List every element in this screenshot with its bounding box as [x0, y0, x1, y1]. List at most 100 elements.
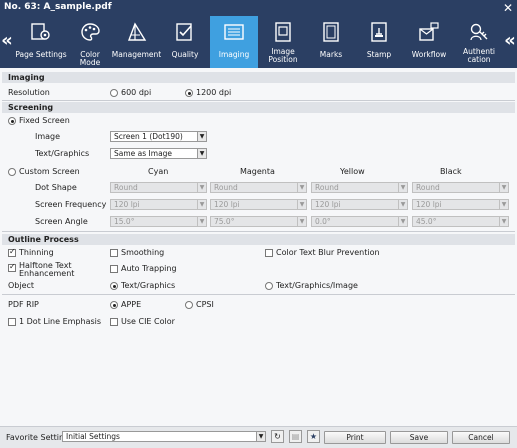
- screen-frequency-label: Screen Frequency: [35, 200, 107, 209]
- tab-authentication[interactable]: Authenti cation: [455, 16, 503, 68]
- toolbar: « Page Settings Color Mode Management Qu…: [0, 16, 517, 68]
- outline-process-header: Outline Process: [2, 234, 515, 245]
- frequency-yellow-select[interactable]: 120 lpi ▼: [311, 199, 408, 210]
- resolution-600-label: 600 dpi: [121, 88, 152, 97]
- tab-quality[interactable]: Quality: [162, 16, 208, 68]
- dot-shape-magenta-value: Round: [214, 183, 238, 192]
- chevron-down-icon: ▼: [297, 200, 306, 209]
- text-graphics-label: Text/Graphics: [35, 149, 90, 158]
- col-black: Black: [440, 167, 462, 176]
- dot-shape-cyan-select[interactable]: Round ▼: [110, 182, 207, 193]
- favorite-setting-select[interactable]: Initial Settings ▼: [62, 431, 266, 442]
- custom-screen-radio[interactable]: [8, 168, 16, 176]
- scroll-left-icon[interactable]: «: [1, 30, 13, 51]
- image-screen-select[interactable]: Screen 1 (Dot190) ▼: [110, 131, 207, 142]
- resolution-600-radio[interactable]: [110, 89, 118, 97]
- object-text-graphics-radio[interactable]: [110, 282, 118, 290]
- chevron-down-icon: ▼: [398, 183, 407, 192]
- dot-shape-black-select[interactable]: Round ▼: [412, 182, 509, 193]
- dot-shape-label: Dot Shape: [35, 183, 77, 192]
- use-cie-color-checkbox[interactable]: [110, 318, 118, 326]
- tab-label: Marks: [319, 50, 343, 59]
- imaging-icon: [224, 24, 244, 40]
- color-mode-icon: [81, 23, 100, 41]
- divider: [2, 100, 515, 101]
- angle-black-value: 45.0°: [416, 217, 437, 226]
- object-text-graphics-label: Text/Graphics: [121, 281, 176, 290]
- smoothing-label: Smoothing: [121, 248, 165, 257]
- chevron-down-icon: ▼: [499, 200, 508, 209]
- angle-black-select[interactable]: 45.0° ▼: [412, 216, 509, 227]
- thinning-checkbox[interactable]: [8, 247, 16, 257]
- frequency-cyan-select[interactable]: 120 lpi ▼: [110, 199, 207, 210]
- page-settings-icon: [31, 23, 50, 40]
- dot-shape-yellow-value: Round: [315, 183, 339, 192]
- save-button[interactable]: Save: [390, 431, 448, 444]
- use-cie-color-label: Use CIE Color: [121, 317, 175, 326]
- angle-yellow-value: 0.0°: [315, 217, 331, 226]
- chevron-down-icon: ▼: [197, 149, 206, 158]
- tab-imaging[interactable]: Imaging: [210, 16, 258, 68]
- marks-icon: [323, 22, 339, 42]
- screen-angle-label: Screen Angle: [35, 217, 88, 226]
- dot-shape-magenta-select[interactable]: Round ▼: [210, 182, 307, 193]
- image-label: Image: [35, 132, 61, 141]
- custom-screen-label: Custom Screen: [19, 167, 80, 176]
- blur-prevention-checkbox[interactable]: [265, 249, 273, 257]
- tab-page-settings[interactable]: Page Settings: [13, 16, 69, 68]
- dot-shape-black-value: Round: [416, 183, 440, 192]
- resolution-1200-radio[interactable]: [185, 89, 193, 97]
- favorite-star-icon[interactable]: ★: [307, 430, 320, 443]
- chevron-down-icon: ▼: [197, 132, 206, 141]
- chevron-down-icon: ▼: [197, 217, 206, 226]
- divider: [2, 294, 515, 295]
- favorite-setting-value: Initial Settings: [66, 432, 120, 441]
- print-button[interactable]: Print: [324, 431, 386, 444]
- smoothing-checkbox[interactable]: [110, 249, 118, 257]
- tab-image-position[interactable]: Image Position: [260, 16, 306, 68]
- angle-cyan-select[interactable]: 15.0° ▼: [110, 216, 207, 227]
- chevron-down-icon: ▼: [398, 200, 407, 209]
- frequency-magenta-value: 120 lpi: [214, 200, 240, 209]
- pdf-rip-cpsi-radio[interactable]: [185, 301, 193, 309]
- tab-marks[interactable]: Marks: [308, 16, 354, 68]
- frequency-yellow-value: 120 lpi: [315, 200, 341, 209]
- frequency-black-select[interactable]: 120 lpi ▼: [412, 199, 509, 210]
- auto-trapping-checkbox[interactable]: [110, 265, 118, 273]
- pdf-rip-appe-radio[interactable]: [110, 301, 118, 309]
- close-icon[interactable]: ✕: [503, 0, 513, 16]
- save-favorite-icon[interactable]: ▤: [289, 430, 302, 443]
- text-graphics-select[interactable]: Same as Image ▼: [110, 148, 207, 159]
- fixed-screen-radio[interactable]: [8, 117, 16, 125]
- imaging-header: Imaging: [2, 72, 515, 83]
- dot-shape-yellow-select[interactable]: Round ▼: [311, 182, 408, 193]
- resolution-1200-label: 1200 dpi: [196, 88, 232, 97]
- dot-line-emphasis-label: 1 Dot Line Emphasis: [19, 317, 102, 326]
- angle-magenta-value: 75.0°: [214, 217, 235, 226]
- tab-color-mode[interactable]: Color Mode: [69, 16, 111, 68]
- col-yellow: Yellow: [340, 167, 365, 176]
- stamp-icon: [371, 22, 387, 42]
- frequency-magenta-select[interactable]: 120 lpi ▼: [210, 199, 307, 210]
- angle-magenta-select[interactable]: 75.0° ▼: [210, 216, 307, 227]
- object-text-graphics-image-radio[interactable]: [265, 282, 273, 290]
- refresh-icon[interactable]: ↻: [271, 430, 284, 443]
- cancel-button[interactable]: Cancel: [452, 431, 510, 444]
- fixed-screen-label: Fixed Screen: [19, 116, 70, 125]
- footer-bar: Favorite Setting Initial Settings ▼ ↻ ▤ ★…: [0, 426, 517, 448]
- chevron-down-icon: ▼: [398, 217, 407, 226]
- halftone-enhancement-checkbox[interactable]: [8, 262, 16, 272]
- tab-label: Authenti cation: [455, 48, 503, 64]
- tab-management[interactable]: Management: [111, 16, 162, 68]
- tab-label: Quality: [171, 50, 199, 59]
- object-label: Object: [8, 281, 35, 290]
- angle-yellow-select[interactable]: 0.0° ▼: [311, 216, 408, 227]
- tab-workflow[interactable]: Workflow: [404, 16, 454, 68]
- tab-label: Color Mode: [79, 50, 101, 67]
- scroll-right-icon[interactable]: «: [504, 30, 516, 51]
- title-bar: No. 63: A_sample.pdf ✕: [0, 0, 517, 16]
- tab-stamp[interactable]: Stamp: [356, 16, 402, 68]
- col-magenta: Magenta: [240, 167, 275, 176]
- object-text-graphics-image-label: Text/Graphics/Image: [276, 281, 358, 290]
- dot-line-emphasis-checkbox[interactable]: [8, 318, 16, 326]
